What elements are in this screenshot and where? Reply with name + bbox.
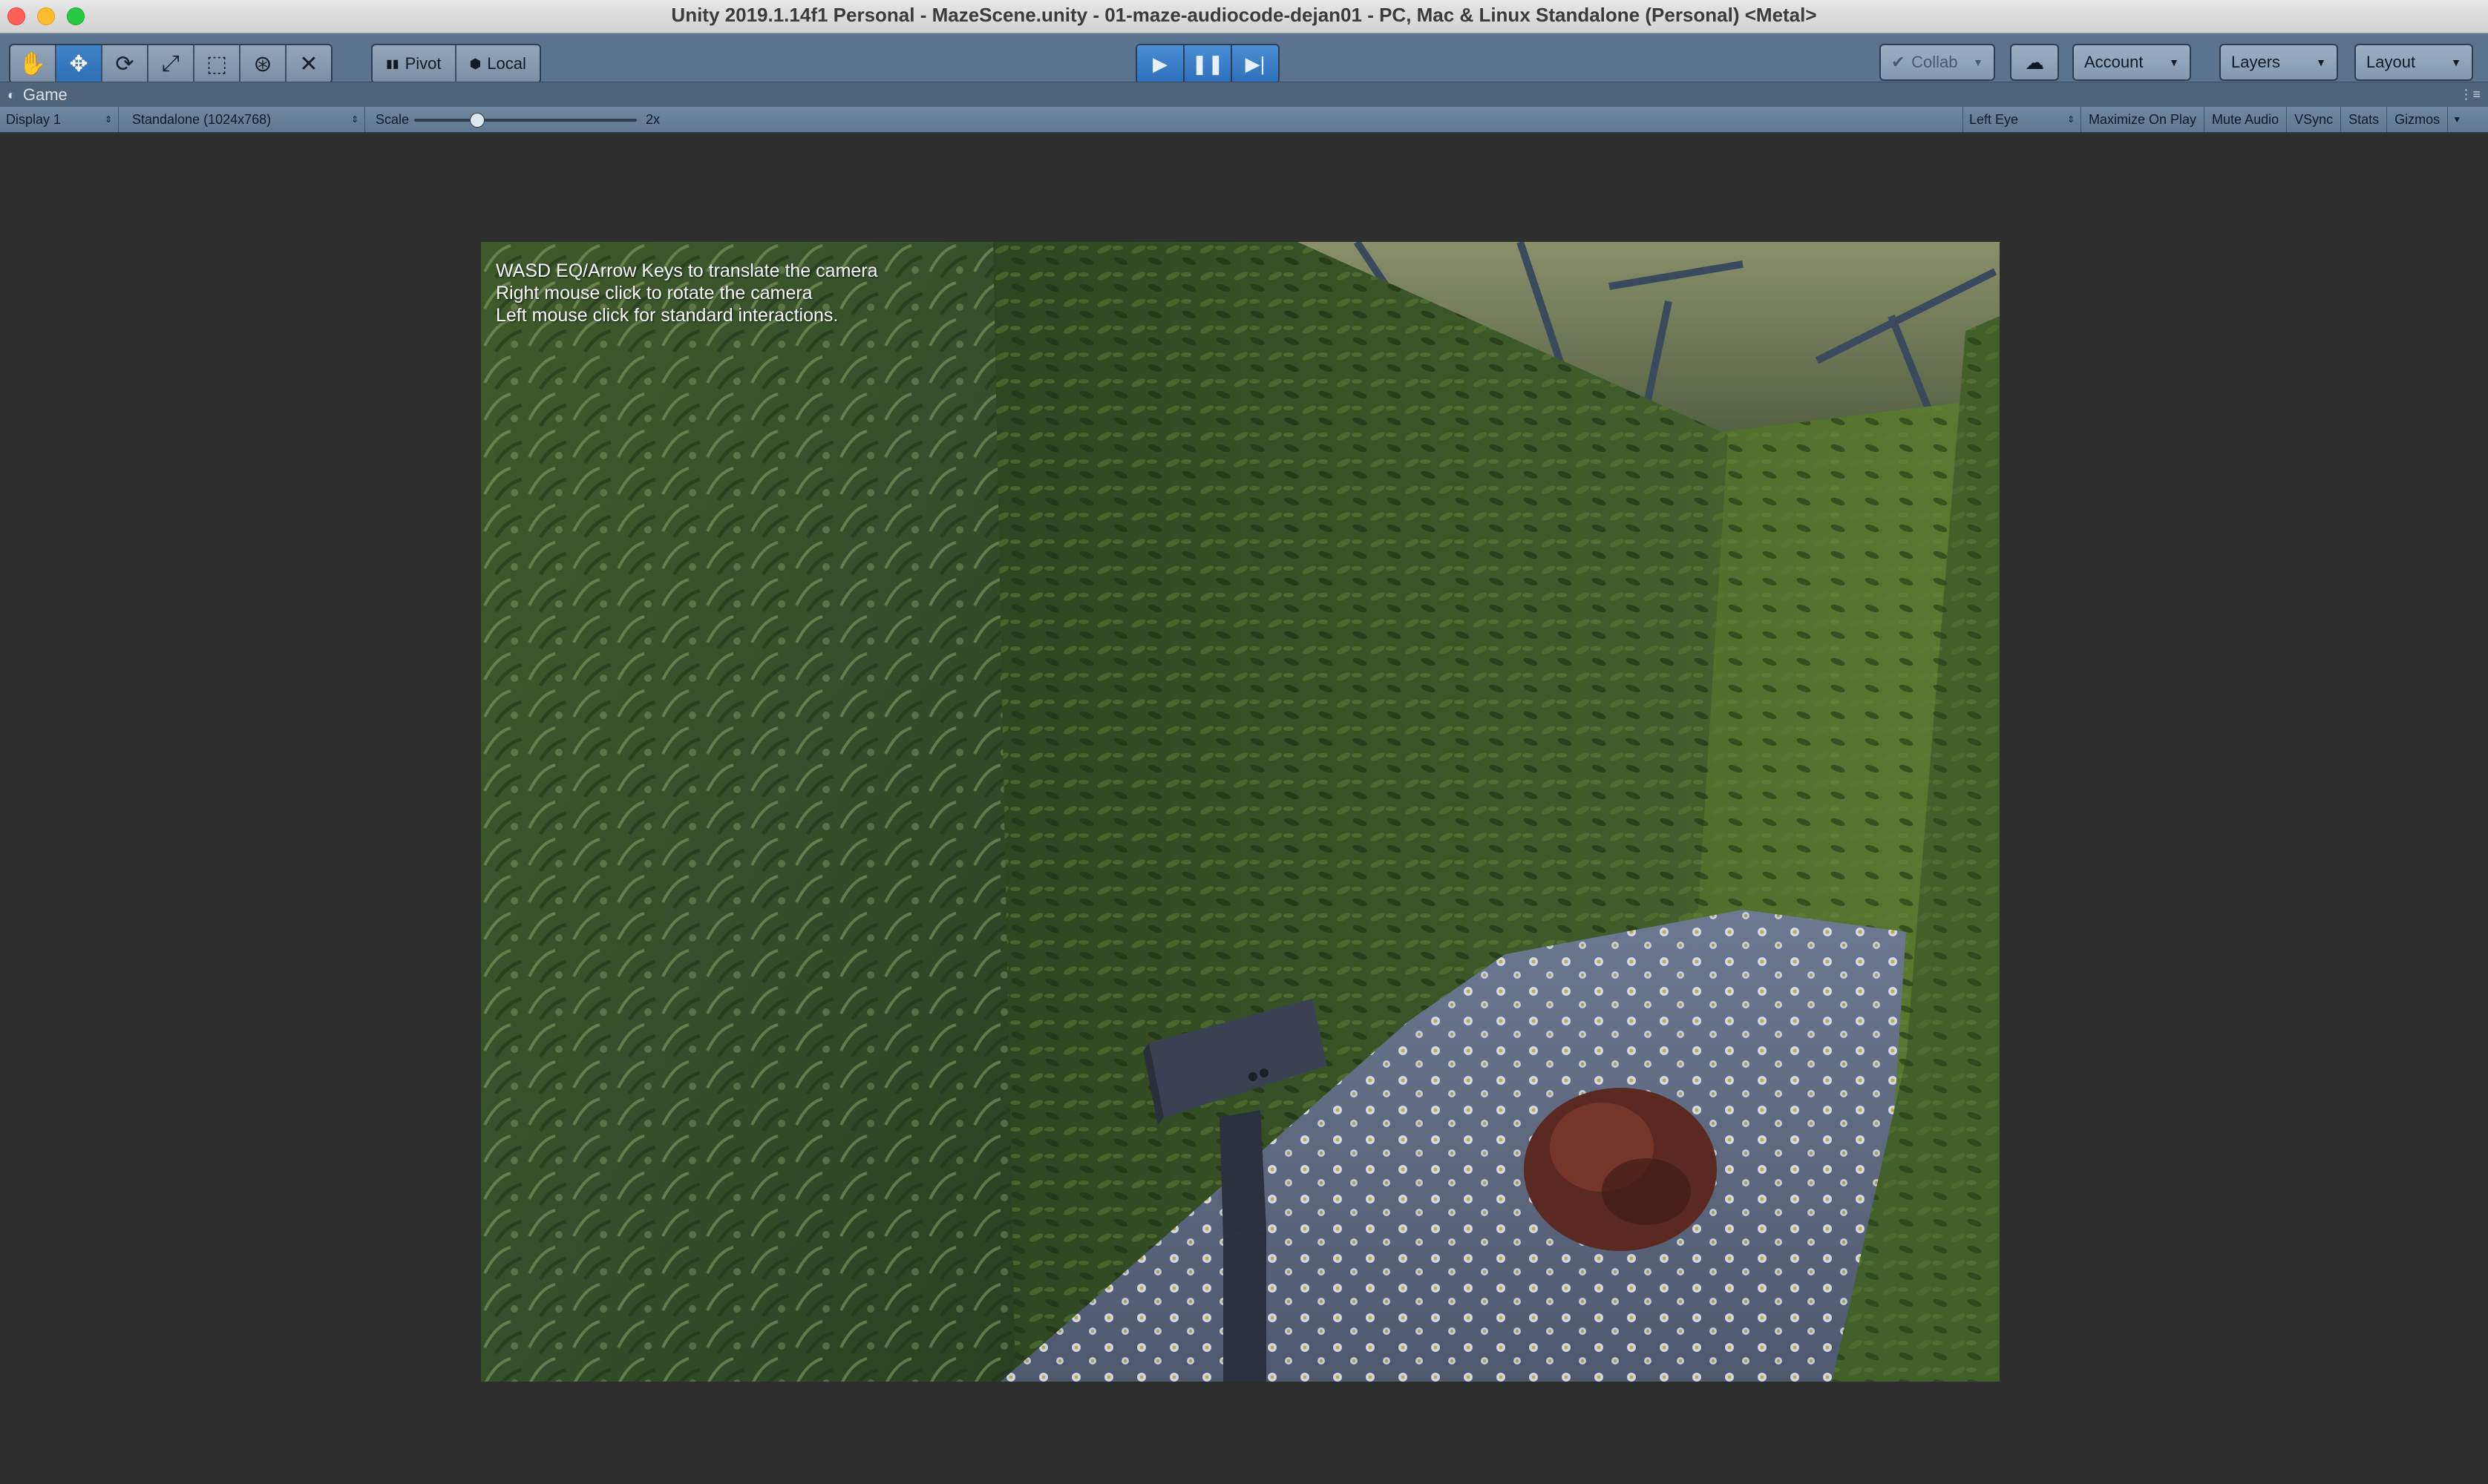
maze-scene-render	[481, 242, 2000, 1382]
tab-game-label: Game	[22, 85, 68, 104]
tab-game[interactable]: ◐ Game	[7, 85, 68, 105]
eye-select[interactable]: Left Eye ⇕	[1962, 107, 2081, 132]
pause-icon: ❚❚	[1191, 52, 1224, 75]
move-tool-button[interactable]: ✥	[56, 45, 102, 82]
maximize-on-play-toggle[interactable]: Maximize On Play	[2081, 107, 2205, 132]
layout-dropdown[interactable]: Layout ▼	[2354, 44, 2473, 81]
game-view-toggles: Maximize On Play Mute Audio VSync Stats …	[2081, 107, 2466, 132]
local-icon: ⬢	[469, 56, 482, 71]
vsync-toggle[interactable]: VSync	[2287, 107, 2342, 132]
gizmos-toggle[interactable]: Gizmos	[2387, 107, 2449, 132]
checkmark-icon: ✔	[1891, 53, 1905, 71]
eye-label: Left Eye	[1969, 111, 2019, 127]
hand-tool-button[interactable]: ✋	[10, 45, 56, 82]
step-icon: ▶|	[1245, 52, 1266, 75]
scale-label: Scale	[376, 111, 410, 127]
resolution-select[interactable]: Standalone (1024x768) ⇕	[126, 107, 365, 132]
display-select[interactable]: Display 1 ⇕	[0, 107, 119, 132]
collab-dropdown[interactable]: ✔ Collab ▼	[1879, 44, 1995, 81]
rotate-tool-button[interactable]: ⟳	[102, 45, 148, 82]
chevron-down-icon: ▼	[1973, 56, 1983, 68]
play-button[interactable]: ▶	[1137, 45, 1185, 82]
cloud-button[interactable]: ☁	[2010, 44, 2059, 81]
local-button[interactable]: ⬢ Local	[456, 45, 540, 82]
hint-line: Right mouse click to rotate the camera	[496, 283, 813, 303]
chevron-down-icon: ▼	[2452, 114, 2462, 125]
rotate-icon: ⟳	[115, 51, 134, 76]
rect-icon: ⬚	[206, 51, 228, 76]
scale-tool-button[interactable]: ⤢	[148, 45, 194, 82]
scale-slider-thumb[interactable]	[470, 113, 485, 128]
layers-dropdown[interactable]: Layers ▼	[2219, 44, 2338, 81]
updown-arrows-icon: ⇕	[350, 114, 359, 125]
rect-tool-button[interactable]: ⬚	[194, 45, 240, 82]
custom-tool-button[interactable]: ✕	[287, 45, 331, 82]
hint-line: Left mouse click for standard interactio…	[496, 305, 839, 326]
window-title: Unity 2019.1.14f1 Personal - MazeScene.u…	[671, 4, 1817, 26]
move-icon: ✥	[69, 51, 88, 76]
layout-label: Layout	[2366, 53, 2416, 71]
updown-arrows-icon: ⇕	[2066, 114, 2075, 125]
pivot-button[interactable]: ▮▮ Pivot	[373, 45, 456, 82]
cloud-icon: ☁	[2025, 50, 2044, 73]
tab-menu-icon[interactable]: ⋮≡	[2459, 87, 2481, 102]
game-view-toolbar: Display 1 ⇕ Standalone (1024x768) ⇕ Scal…	[0, 107, 2488, 134]
stats-toggle[interactable]: Stats	[2341, 107, 2388, 132]
scale-icon: ⤢	[162, 51, 180, 76]
pivot-icon: ▮▮	[386, 58, 399, 70]
control-hints: WASD EQ/Arrow Keys to translate the came…	[496, 260, 878, 326]
transform-tool-button[interactable]: ⊛	[240, 45, 287, 82]
transform-icon: ⊛	[253, 51, 272, 76]
layers-label: Layers	[2231, 53, 2281, 71]
mute-audio-toggle[interactable]: Mute Audio	[2204, 107, 2288, 132]
hint-line: WASD EQ/Arrow Keys to translate the came…	[496, 260, 878, 281]
game-render-view[interactable]: WASD EQ/Arrow Keys to translate the came…	[481, 242, 2000, 1382]
updown-arrows-icon: ⇕	[104, 114, 112, 125]
game-tab-bar: ◐ Game ⋮≡	[0, 82, 2488, 108]
step-button[interactable]: ▶|	[1232, 45, 1278, 82]
pivot-label: Pivot	[405, 54, 442, 73]
playback-controls: ▶ ❚❚ ▶|	[1136, 44, 1280, 84]
pause-button[interactable]: ❚❚	[1185, 45, 1232, 82]
gizmos-dropdown[interactable]: ▼	[2448, 107, 2466, 132]
scale-slider[interactable]	[414, 119, 637, 122]
pivot-local-group: ▮▮ Pivot ⬢ Local	[371, 44, 541, 84]
game-controller-icon: ◐	[7, 87, 16, 102]
local-label: Local	[487, 54, 526, 73]
chevron-down-icon: ▼	[2316, 56, 2326, 68]
window-titlebar: Unity 2019.1.14f1 Personal - MazeScene.u…	[0, 0, 2488, 33]
transform-tools: ✋ ✥ ⟳ ⤢ ⬚ ⊛ ✕	[9, 44, 333, 84]
kiosk-post	[1220, 1110, 1266, 1236]
chevron-down-icon: ▼	[2451, 56, 2461, 68]
resolution-label: Standalone (1024x768)	[132, 111, 272, 127]
account-dropdown[interactable]: Account ▼	[2072, 44, 2191, 81]
chevron-down-icon: ▼	[2169, 56, 2179, 68]
hand-icon: ✋	[19, 51, 47, 76]
collab-label: Collab	[1911, 53, 1958, 71]
account-label: Account	[2084, 53, 2144, 71]
scale-value: 2x	[646, 111, 661, 127]
display-label: Display 1	[6, 111, 62, 127]
custom-tool-icon: ✕	[299, 51, 318, 76]
play-icon: ▶	[1153, 52, 1168, 75]
